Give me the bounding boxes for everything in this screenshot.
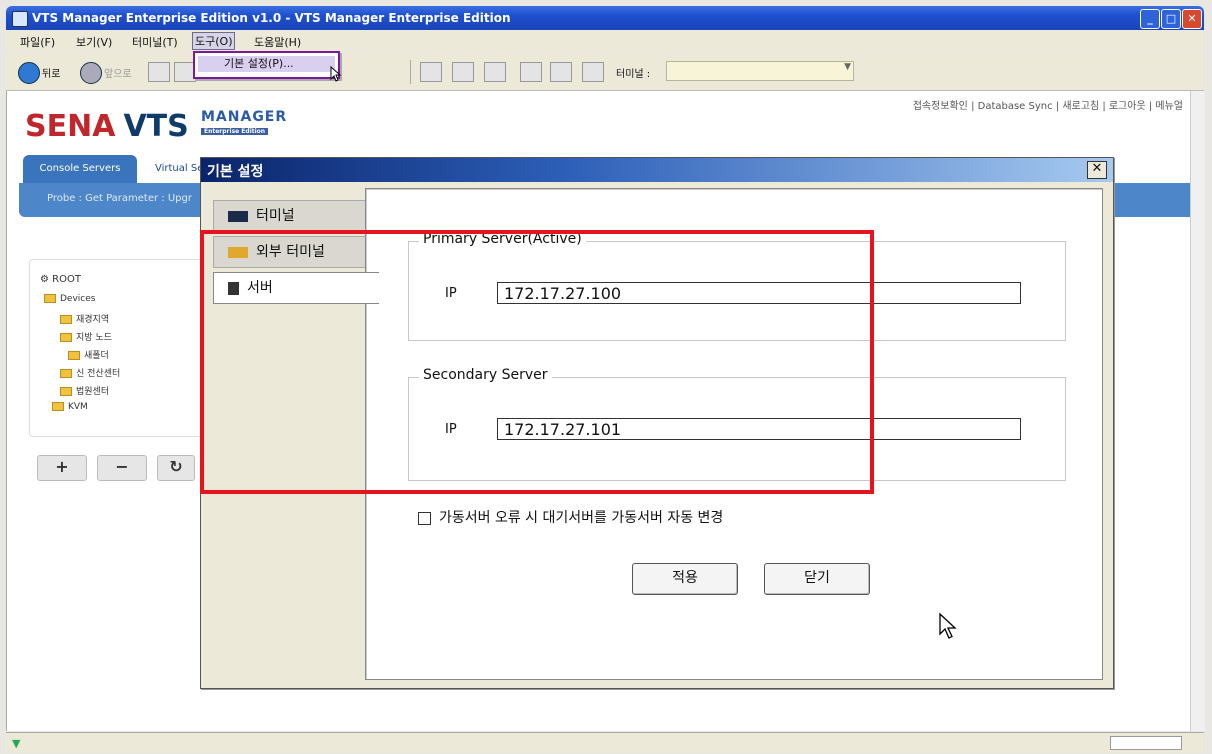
tree-root-label: ROOT xyxy=(52,274,81,285)
connect-icon[interactable] xyxy=(520,62,542,82)
tree-root[interactable]: ⚙ ROOT xyxy=(40,274,81,285)
logo-edition: Enterprise Edition xyxy=(201,128,269,135)
menu-terminal[interactable]: 터미널(T) xyxy=(132,34,178,50)
forward-label[interactable]: 앞으로 xyxy=(104,65,132,80)
status-progress xyxy=(1110,736,1182,750)
top-links[interactable]: 접속정보확인 | Database Sync | 새로고침 | 로그아웃 | 메… xyxy=(913,97,1183,112)
tree-devices[interactable]: Devices xyxy=(44,294,95,304)
mouse-cursor-icon xyxy=(330,66,342,82)
menu-bar: 파일(F) 보기(V) 터미널(T) 도구(O) 도움말(H) xyxy=(6,31,1204,51)
status-icon: ▼ xyxy=(12,737,21,750)
stop-icon[interactable] xyxy=(148,62,170,82)
app-icon xyxy=(12,11,28,27)
primary-server-group: Primary Server(Active) IP 172.17.27.100 xyxy=(408,231,1066,341)
logo-manager: MANAGER xyxy=(201,109,288,125)
status-bar: ▼ xyxy=(6,732,1204,753)
logo-product: VTS xyxy=(123,109,189,144)
close-window-button[interactable]: ✕ xyxy=(1182,9,1202,29)
secondary-server-group: Secondary Server IP 172.17.27.101 xyxy=(408,367,1066,481)
disconnect-icon[interactable] xyxy=(550,62,572,82)
forward-icon[interactable] xyxy=(80,62,102,84)
tree-item-label: 지방 노드 xyxy=(76,333,112,343)
terminal-icon xyxy=(228,210,248,222)
back-label[interactable]: 뒤로 xyxy=(42,65,60,80)
checkbox-icon[interactable] xyxy=(418,511,431,525)
subnav-links[interactable]: Probe : Get Parameter : Upgr xyxy=(47,193,192,204)
tree-item-label: 법원센터 xyxy=(76,387,110,397)
tree-item[interactable]: 지방 노드 xyxy=(60,330,112,343)
close-button[interactable]: 닫기 xyxy=(764,563,870,595)
toolbar-separator xyxy=(410,60,411,84)
apply-button[interactable]: 적용 xyxy=(632,563,738,595)
dialog-close-icon[interactable]: ✕ xyxy=(1087,161,1107,179)
tree-kvm-label: KVM xyxy=(68,402,88,412)
layout-icon[interactable] xyxy=(420,62,442,82)
external-terminal-icon xyxy=(228,246,248,258)
tree-item-label: 신 전산센터 xyxy=(76,369,121,379)
folder-icon xyxy=(60,315,72,324)
tab-external-terminal-label: 외부 터미널 xyxy=(256,244,325,260)
folder-icon xyxy=(68,351,80,360)
dialog-title-bar: 기본 설정 ✕ xyxy=(201,158,1113,182)
primary-server-legend: Primary Server(Active) xyxy=(419,231,586,247)
tab-server-label: 서버 xyxy=(247,280,273,296)
primary-ip-label: IP xyxy=(445,286,457,301)
server-icon xyxy=(228,281,239,295)
terminal-combo[interactable]: ▼ xyxy=(666,61,854,81)
app-title-bar: VTS Manager Enterprise Edition v1.0 - VT… xyxy=(6,6,1204,30)
menu-view[interactable]: 보기(V) xyxy=(76,34,112,50)
chevron-down-icon[interactable]: ▼ xyxy=(844,62,851,72)
folder-icon xyxy=(60,369,72,378)
layout-split-icon[interactable] xyxy=(452,62,474,82)
menu-file[interactable]: 파일(F) xyxy=(20,34,55,50)
tree-item[interactable]: 새폴더 xyxy=(68,348,109,361)
tree-item[interactable]: 재경지역 xyxy=(60,312,109,325)
add-node-button[interactable]: + xyxy=(37,455,87,481)
logo-brand: SENA xyxy=(25,109,116,144)
tab-external-terminal[interactable]: 외부 터미널 xyxy=(213,236,373,268)
settings-icon[interactable] xyxy=(582,62,604,82)
tab-terminal-label: 터미널 xyxy=(256,208,295,224)
window-title: VTS Manager Enterprise Edition v1.0 - VT… xyxy=(32,11,511,25)
secondary-ip-label: IP xyxy=(445,422,457,437)
primary-ip-input[interactable]: 172.17.27.100 xyxy=(497,282,1021,304)
page-scrollbar[interactable] xyxy=(1190,91,1205,731)
tools-dropdown: 기본 설정(P)... xyxy=(193,51,340,79)
root-icon: ⚙ xyxy=(40,274,53,285)
tree-kvm[interactable]: KVM xyxy=(52,402,88,412)
maximize-button[interactable]: □ xyxy=(1161,9,1181,29)
minimize-button[interactable]: _ xyxy=(1140,9,1160,29)
basic-settings-dialog: 기본 설정 ✕ 터미널 외부 터미널 서버 Primary Server(Act… xyxy=(200,157,1114,689)
remove-node-button[interactable]: − xyxy=(97,455,147,481)
tab-console-servers[interactable]: Console Servers xyxy=(23,155,137,183)
terminal-combo-label: 터미널 : xyxy=(616,69,651,80)
auto-switch-checkbox[interactable]: 가동서버 오류 시 대기서버를 가동서버 자동 변경 xyxy=(418,507,723,527)
kvm-icon xyxy=(52,402,64,411)
menu-item-basic-settings[interactable]: 기본 설정(P)... xyxy=(198,56,335,72)
tree-item-label: 재경지역 xyxy=(76,315,110,325)
secondary-ip-input[interactable]: 172.17.27.101 xyxy=(497,418,1021,440)
tree-item[interactable]: 신 전산센터 xyxy=(60,366,120,379)
tab-terminal[interactable]: 터미널 xyxy=(213,200,373,232)
back-icon[interactable] xyxy=(18,62,40,84)
tab-server[interactable]: 서버 xyxy=(213,272,379,304)
refresh-tree-button[interactable]: ↻ xyxy=(157,455,195,481)
secondary-server-legend: Secondary Server xyxy=(419,367,552,383)
layout-grid-icon[interactable] xyxy=(484,62,506,82)
device-tree: ⚙ ROOT Devices 재경지역 지방 노드 새폴더 신 전산센터 법원센… xyxy=(29,259,209,437)
menu-help[interactable]: 도움말(H) xyxy=(254,34,301,50)
folder-icon xyxy=(44,294,56,303)
server-settings-panel: Primary Server(Active) IP 172.17.27.100 … xyxy=(365,188,1103,680)
folder-icon xyxy=(60,387,72,396)
dialog-title: 기본 설정 xyxy=(207,164,264,180)
tree-item-label: 새폴더 xyxy=(84,351,109,361)
menu-tools[interactable]: 도구(O) xyxy=(192,32,236,50)
tree-item[interactable]: 법원센터 xyxy=(60,384,109,397)
auto-switch-label: 가동서버 오류 시 대기서버를 가동서버 자동 변경 xyxy=(439,510,724,526)
logo: SENA VTS MANAGER Enterprise Edition xyxy=(25,109,286,144)
tree-devices-label: Devices xyxy=(60,294,96,304)
toolbar: 뒤로 앞으로 터미널 : ▼ xyxy=(6,52,1204,91)
folder-icon xyxy=(60,333,72,342)
mouse-cursor-icon xyxy=(939,612,957,639)
